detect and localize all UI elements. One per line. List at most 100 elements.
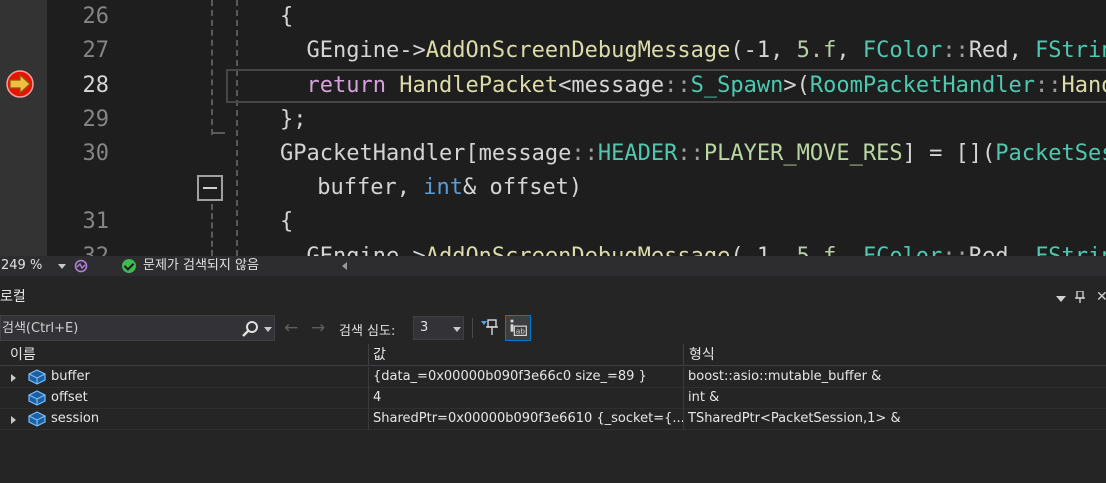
line-number[interactable]: 31: [47, 205, 110, 239]
table-row[interactable]: session SharedPtr=0x00000b090f3e6610 {_so…: [0, 409, 1106, 430]
code-token: FString: [1035, 244, 1106, 256]
variable-name: session: [51, 411, 100, 426]
line-number[interactable]: 26: [47, 0, 110, 34]
zoom-dropdown-icon[interactable]: [58, 264, 66, 269]
code-token: GPacketHandler[message: [280, 141, 572, 166]
search-options-dropdown-icon[interactable]: [264, 327, 272, 332]
code-token: return: [306, 73, 386, 98]
code-health-icon[interactable]: [74, 259, 88, 273]
search-back-arrow-icon[interactable]: ←: [284, 319, 298, 337]
code-line[interactable]: GEngine->AddOnScreenDebugMessage(-1, 5.f…: [280, 240, 1106, 256]
line-number[interactable]: 32: [47, 240, 110, 256]
svg-text:ab: ab: [516, 327, 526, 336]
code-token: AddOnScreenDebugMessage: [426, 244, 731, 256]
variable-value[interactable]: 4: [373, 388, 683, 408]
cell-divider: [683, 388, 684, 409]
code-line[interactable]: buffer, int& offset): [304, 171, 582, 205]
zoom-level[interactable]: 249 %: [0, 256, 42, 276]
breakpoint-margin[interactable]: [0, 0, 47, 256]
editor-status-bar: 249 % 문제가 검색되지 않음: [0, 256, 1106, 276]
issues-status-text[interactable]: 문제가 검색되지 않음: [143, 256, 259, 276]
indent-guide-end: [211, 132, 225, 134]
code-token: ::: [942, 244, 969, 256]
code-editor[interactable]: 26272829303132 { GEngine->AddOnScreenDeb…: [0, 0, 1106, 256]
search-forward-arrow-icon[interactable]: →: [311, 319, 325, 337]
code-token: (-1,: [730, 38, 797, 63]
current-code-line[interactable]: return HandlePacket<message::S_Spawn>(Ro…: [280, 69, 1106, 103]
code-token: ,: [836, 244, 863, 256]
grid-header: 이름 값 형식: [0, 344, 1106, 366]
cell-divider: [683, 367, 684, 388]
code-token: ::: [571, 141, 598, 166]
code-token: <message: [558, 73, 665, 98]
code-line[interactable]: GPacketHandler[message::HEADER::PLAYER_M…: [280, 137, 1106, 171]
column-header-name[interactable]: 이름: [0, 344, 36, 366]
table-row[interactable]: buffer {data_=0x00000b090f3e66c0 size_=89…: [0, 367, 1106, 388]
locals-grid: 이름 값 형식 buffer {data_=0x00000b090f3e66c0 …: [0, 344, 1106, 483]
locals-window: 로컬 ✕ ← → 검색 심도: 3: [0, 276, 1106, 483]
variable-cube-icon: [28, 390, 46, 406]
hex-display-toggle-icon[interactable]: ab: [505, 315, 531, 341]
cell-divider: [368, 409, 369, 430]
variable-name: buffer: [51, 369, 90, 384]
close-icon[interactable]: ✕: [1096, 289, 1106, 305]
code-token: buffer,: [304, 175, 424, 200]
search-input[interactable]: [1, 316, 231, 340]
code-token: HEADER: [597, 141, 678, 166]
code-token: FColor: [863, 244, 942, 256]
pin-icon[interactable]: [1075, 291, 1085, 303]
code-token: GEngine->: [280, 38, 426, 63]
code-token: PacketSession: [995, 141, 1106, 166]
search-icon[interactable]: [241, 320, 259, 338]
code-line[interactable]: {: [280, 0, 293, 34]
code-token: AddOnScreenDebugMessage: [425, 38, 731, 63]
line-number[interactable]: 27: [47, 34, 110, 68]
line-number[interactable]: 29: [47, 103, 110, 137]
code-token: ::: [677, 141, 704, 166]
cell-divider: [683, 409, 684, 430]
code-token: };: [280, 107, 307, 132]
code-line[interactable]: GEngine->AddOnScreenDebugMessage(-1, 5.f…: [280, 34, 1106, 68]
code-line[interactable]: {: [280, 205, 293, 239]
code-token: & offset): [462, 175, 583, 200]
code-token: {: [280, 209, 294, 234]
window-position-dropdown-icon[interactable]: [1056, 296, 1066, 302]
code-line[interactable]: };: [280, 103, 307, 137]
variable-type: boost::asio::mutable_buffer &: [688, 369, 882, 384]
variable-name: offset: [51, 390, 88, 405]
pin-source-filter-icon[interactable]: [480, 318, 500, 338]
locals-toolbar: ← → 검색 심도: 3 ab: [0, 315, 1106, 343]
line-number[interactable]: [47, 171, 109, 205]
code-token: int: [423, 175, 463, 200]
code-token: PLAYER_MOVE_RES: [703, 141, 903, 166]
code-token: ,: [836, 38, 863, 63]
variable-value[interactable]: SharedPtr=0x00000b090f3e6610 {_socket={.…: [373, 409, 683, 429]
code-token: S_Spawn: [690, 73, 784, 98]
column-header-type[interactable]: 형식: [679, 344, 715, 366]
no-issues-check-icon[interactable]: [122, 259, 136, 273]
code-token: ,: [1009, 244, 1036, 256]
variable-value[interactable]: {data_=0x00000b090f3e66c0 size_=89 }: [373, 367, 683, 387]
variable-type: int &: [688, 390, 720, 405]
depth-dropdown-icon[interactable]: [453, 327, 461, 332]
scroll-left-icon[interactable]: [342, 262, 347, 270]
code-token: Handle: [1061, 73, 1106, 98]
expand-arrow-icon[interactable]: [11, 374, 16, 382]
variable-cube-icon: [28, 369, 46, 385]
collapse-outline-icon[interactable]: [197, 175, 223, 201]
variable-type: TSharedPtr<PacketSession,1> &: [688, 411, 901, 426]
line-number[interactable]: 28: [47, 69, 110, 103]
indent-guide: [236, 0, 238, 256]
toolbar-separator: [472, 318, 473, 338]
column-header-value[interactable]: 값: [363, 344, 386, 366]
search-box[interactable]: [0, 315, 275, 341]
expand-arrow-icon[interactable]: [11, 416, 16, 424]
breakpoint-current-statement-icon[interactable]: [5, 69, 35, 99]
panel-title: 로컬: [0, 289, 26, 305]
table-row[interactable]: offset 4 int &: [0, 388, 1106, 409]
line-number[interactable]: 30: [47, 137, 110, 171]
code-token: GEngine->: [280, 244, 425, 256]
code-token: ,: [1008, 38, 1036, 63]
